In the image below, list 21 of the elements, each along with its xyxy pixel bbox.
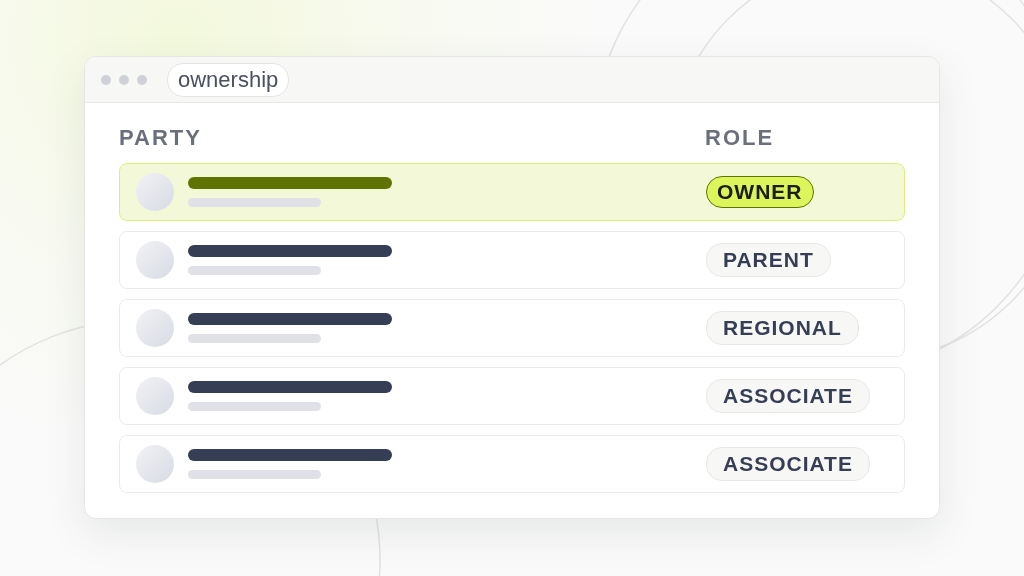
window-dot-icon (119, 74, 129, 85)
window-title: ownership (167, 62, 290, 97)
avatar-icon (136, 309, 174, 347)
table-row[interactable]: ASSOCIATE (119, 435, 905, 493)
table-row[interactable]: PARENT (119, 231, 905, 289)
role-tag: PARENT (706, 243, 831, 277)
column-header: ROLE (705, 125, 776, 151)
avatar-icon (136, 241, 174, 279)
avatar-icon (136, 173, 174, 211)
window-dot-icon (101, 74, 111, 85)
window-dot-icon (137, 74, 147, 85)
table-row[interactable]: ASSOCIATE (119, 367, 905, 425)
avatar-icon (136, 445, 174, 483)
role-tag: REGIONAL (706, 311, 859, 345)
avatar-icon (136, 377, 174, 415)
table-row[interactable]: REGIONAL (119, 299, 905, 357)
role-tag: ASSOCIATE (706, 447, 870, 481)
table-row[interactable]: OWNER (119, 163, 905, 221)
role-tag: OWNER (706, 176, 814, 208)
role-tag: ASSOCIATE (706, 379, 870, 413)
column-header: PARTY (119, 125, 203, 151)
